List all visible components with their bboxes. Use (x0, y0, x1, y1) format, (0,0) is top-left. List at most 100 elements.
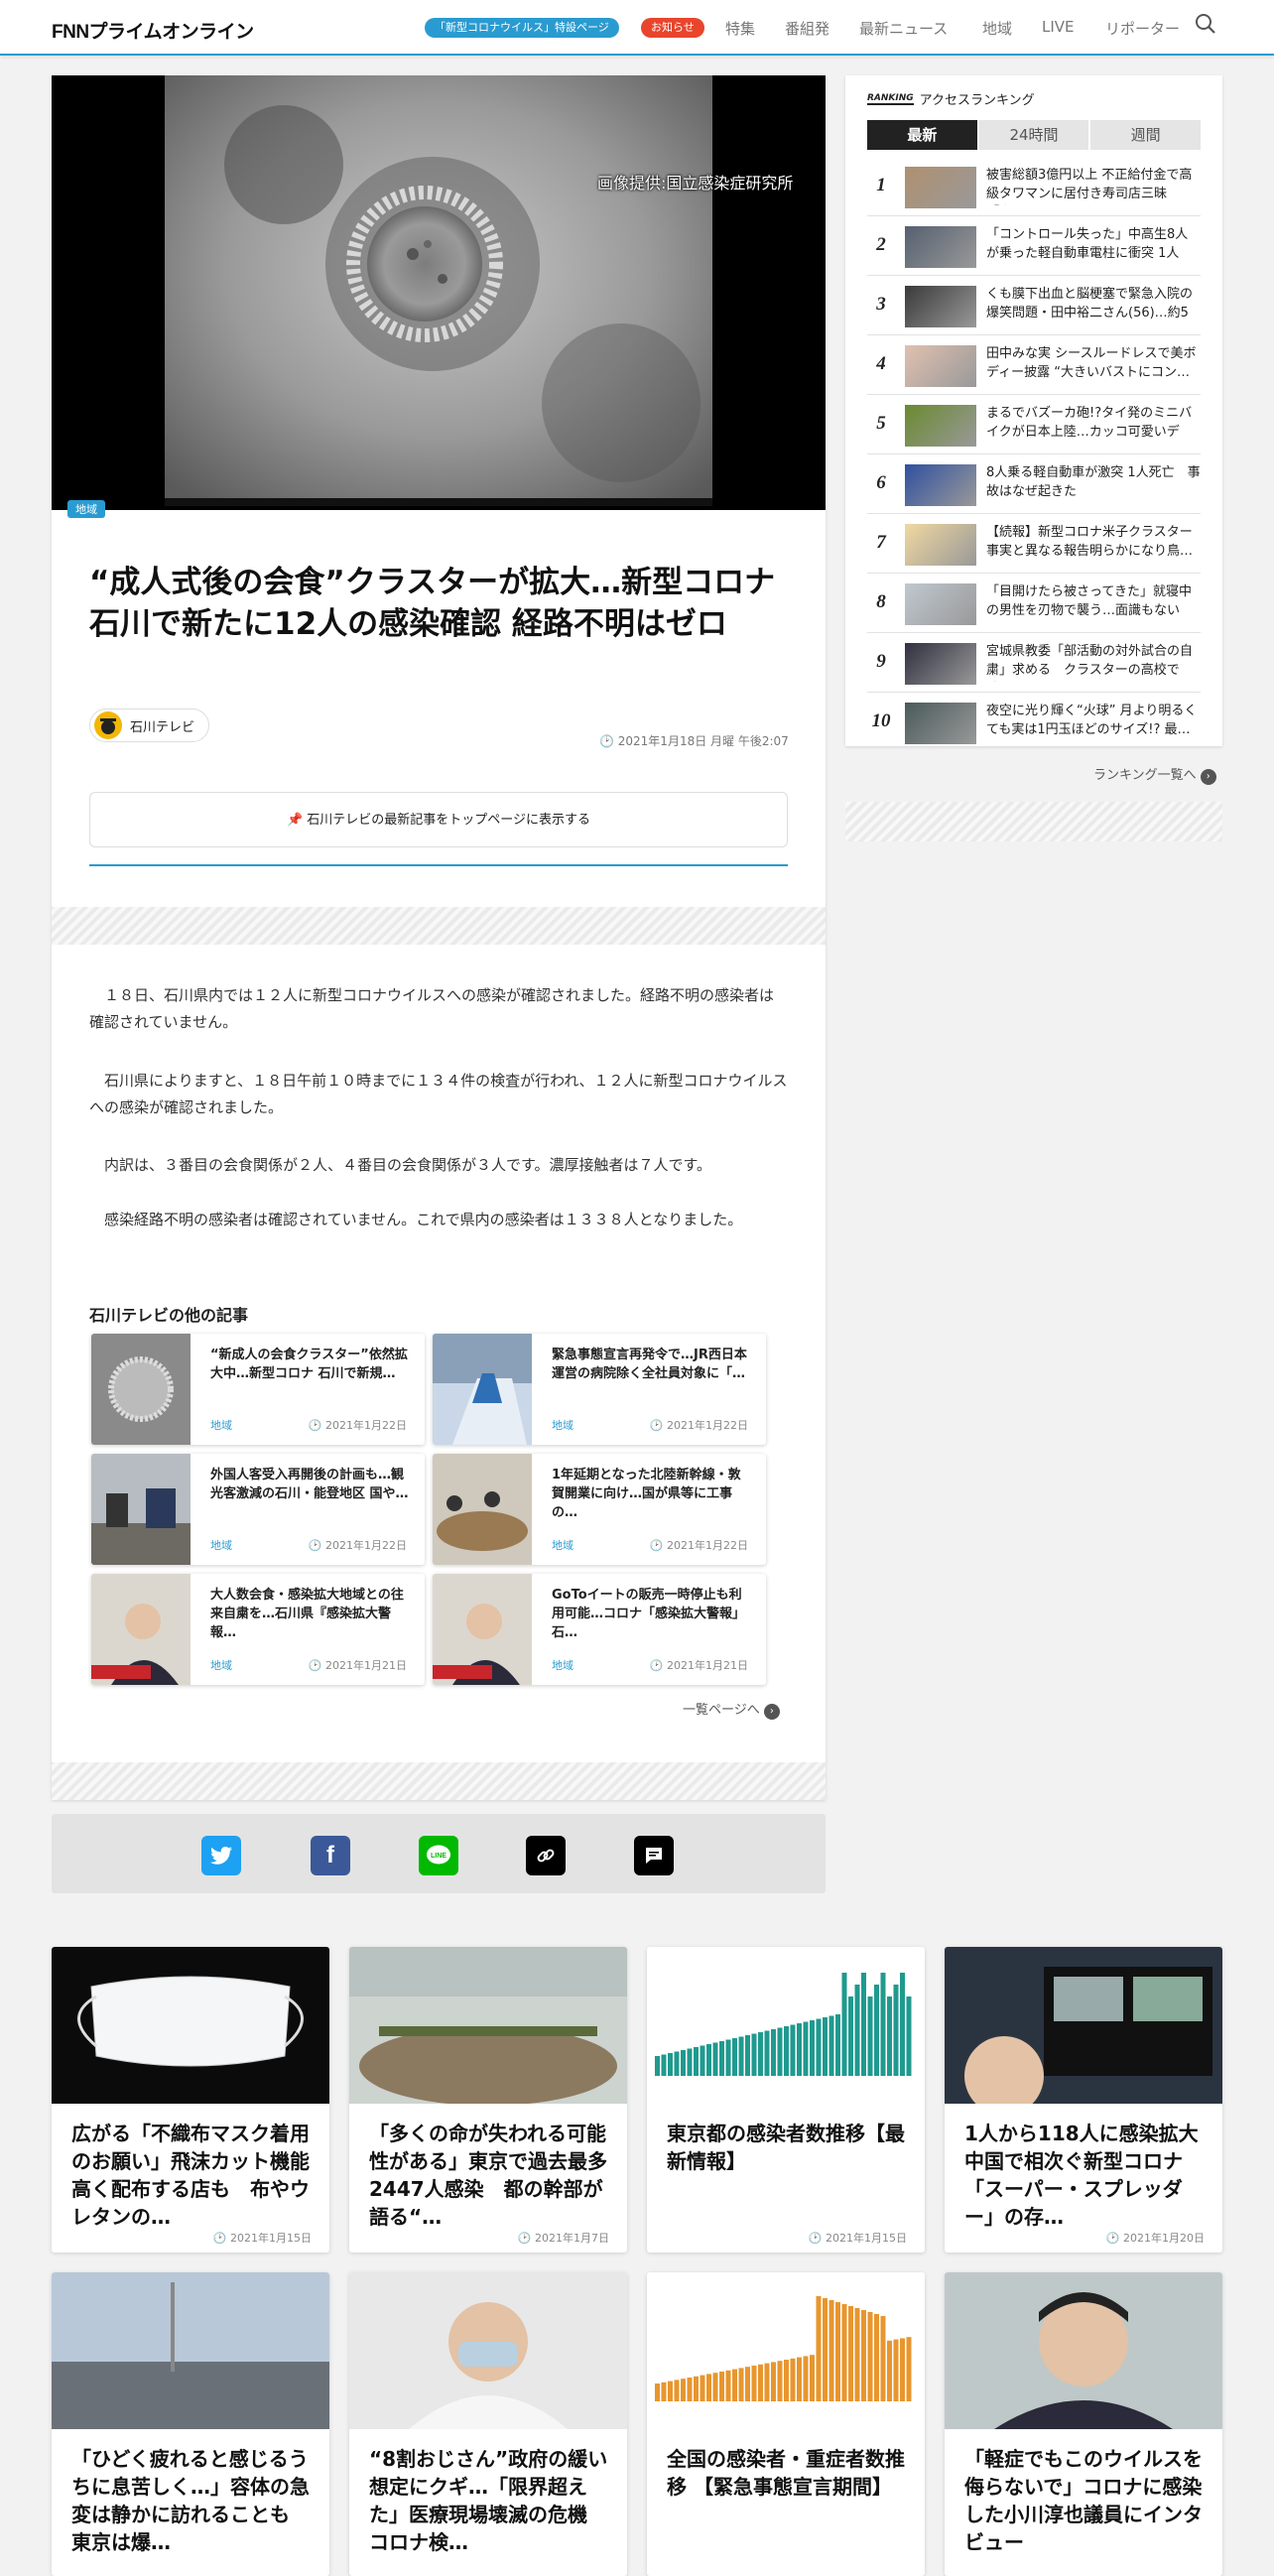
ranking-item[interactable]: 10 夜空に光り輝く“火球” 月より明るくても実は1円玉ほどのサイズ!? 最… (867, 693, 1201, 752)
related-article-title: 広がる「不織布マスク着用のお願い」飛沫カット機能高く配布する店も 布やウレタンの… (71, 2122, 310, 2229)
source-chip[interactable]: 石川テレビ (89, 708, 210, 742)
nav-region[interactable]: 地域 (982, 18, 1012, 39)
thumbnail (905, 464, 976, 506)
tab-latest[interactable]: 最新 (867, 120, 979, 150)
thumbnail (52, 2272, 329, 2429)
other-articles-heading: 石川テレビの他の記事 (89, 1306, 249, 1325)
ranking-item[interactable]: 6 8人乗る軽自動車が激突 1人死亡 事故はなぜ起きた (867, 454, 1201, 514)
thumbnail (647, 2272, 925, 2429)
nav-features[interactable]: 特集 (725, 18, 755, 39)
paragraph: 石川県によりますと、１８日午前１０時までに１３４件の検査が行われ、１２人に新型コ… (89, 1072, 788, 1116)
ranking-item[interactable]: 9 宮城県教委「部活動の対外試合の自粛」求める クラスターの高校で感… (867, 633, 1201, 693)
rank-number: 3 (876, 294, 886, 315)
ranking-item[interactable]: 1 被害総額3億円以上 不正給付金で高級タワマンに居付き寿司店三昧「金… (867, 157, 1201, 216)
pin-to-top-button[interactable]: 📌 石川テレビの最新記事をトップページに表示する (89, 792, 788, 847)
thumbnail (905, 703, 976, 744)
nav-programs[interactable]: 番組発 (785, 18, 829, 39)
facebook-icon: f (326, 1842, 334, 1868)
related-article-card[interactable]: 東京都の感染者数推移【最新情報】 🕑 2021年1月15日 (647, 1947, 925, 2253)
related-article-date: 🕑 2021年1月15日 (212, 2232, 312, 2245)
card-date: 🕑 2021年1月21日 (308, 1659, 407, 1672)
source-name: 石川テレビ (130, 719, 195, 735)
related-article-card[interactable]: 広がる「不織布マスク着用のお願い」飛沫カット機能高く配布する店も 布やウレタンの… (52, 1947, 329, 2253)
other-article-card[interactable]: “新成人の会食クラスター”依然拡大中…新型コロナ 石川で新規… 地域 🕑 202… (91, 1334, 425, 1445)
thumbnail (433, 1574, 532, 1685)
rank-number: 5 (876, 413, 886, 434)
ranking-title: 8人乗る軽自動車が激突 1人死亡 事故はなぜ起きた (986, 465, 1201, 499)
copy-link-button[interactable] (526, 1836, 566, 1875)
line-share-button[interactable]: LINE (419, 1836, 458, 1875)
ranking-title: くも膜下出血と脳梗塞で緊急入院の爆笑問題・田中裕二さん(56)…約5カ… (986, 287, 1194, 321)
related-article-date: 🕑 2021年1月15日 (808, 2232, 907, 2245)
clock-icon: 🕑 (599, 734, 618, 748)
thumbnail (905, 345, 976, 387)
facebook-share-button[interactable]: f (311, 1836, 350, 1875)
nav-latest-news[interactable]: 最新ニュース (859, 18, 948, 39)
tab-24h[interactable]: 24時間 (978, 120, 1091, 150)
ranking-tabs: 最新 24時間 週間 (867, 120, 1202, 150)
ranking-title: 宮城県教委「部活動の対外試合の自粛」求める クラスターの高校で感… (986, 644, 1194, 678)
image-credit: 画像提供:国立感染症研究所 (597, 174, 794, 193)
ranking-item[interactable]: 4 田中みな実 シースルードレスで美ボディー披露 “大きいバストにコン… (867, 335, 1201, 395)
tab-weekly[interactable]: 週間 (1090, 120, 1202, 150)
related-article-title: 「軽症でもこのウイルスを侮らないで」コロナに感染した小川淳也議員にインタビュー (964, 2447, 1203, 2554)
stripe-divider (52, 1762, 826, 1800)
ranking-header: RANKING アクセスランキング (867, 89, 1035, 108)
related-article-title: 全国の感染者・重症者数推移 【緊急事態宣言期間】 (667, 2447, 905, 2499)
twitter-share-button[interactable] (201, 1836, 241, 1875)
ranking-item[interactable]: 7 【続報】新型コロナ米子クラスター 事実と異なる報告明らかになり鳥… (867, 514, 1201, 574)
related-article-date: 🕑 2021年1月20日 (1105, 2232, 1205, 2245)
related-article-card[interactable]: 「多くの命が失われる可能性がある」東京で過去最多2447人感染 都の幹部が語る“… (349, 1947, 627, 2253)
related-article-card[interactable]: 全国の感染者・重症者数推移 【緊急事態宣言期間】 (647, 2272, 925, 2576)
share-bar: f LINE (52, 1814, 826, 1893)
paragraph: １８日、石川県内では１２人に新型コロナウイルスへの感染が確認されました。経路不明… (89, 986, 775, 1031)
related-article-title: 1人から118人に感染拡大 中国で相次ぐ新型コロナ「スーパー・スプレッダー」の存… (964, 2122, 1218, 2229)
ranking-item[interactable]: 3 くも膜下出血と脳梗塞で緊急入院の爆笑問題・田中裕二さん(56)…約5カ… (867, 276, 1201, 335)
related-article-title: 東京都の感染者数推移【最新情報】 (667, 2122, 905, 2173)
thumbnail (647, 1947, 925, 2104)
thumbnail (91, 1334, 191, 1445)
nav-reporter[interactable]: リポーター (1105, 18, 1180, 39)
site-logo[interactable]: FNNプライムオンライン (52, 17, 254, 44)
ranking-item[interactable]: 5 まるでバズーカ砲!?タイ発のミニバイクが日本上陸…カッコ可愛いデザ… (867, 395, 1201, 454)
stripe-divider (52, 907, 826, 945)
nav-live[interactable]: LIVE (1042, 18, 1075, 36)
thumbnail (945, 2272, 1222, 2429)
rank-number: 7 (876, 532, 886, 553)
ranking-item[interactable]: 8 「目開けたら被さってきた」就寝中の男性を刃物で襲う…面識もないジ… (867, 574, 1201, 633)
search-icon[interactable] (1195, 13, 1216, 35)
related-article-card[interactable]: “8割おじさん”政府の緩い想定にクギ…「限界超えた」医療現場壊滅の危機 コロナ検… (349, 2272, 627, 2576)
other-articles-more-link[interactable]: 一覧ページへ › (683, 1699, 780, 1720)
ranking-more-link[interactable]: ランキング一覧へ › (1093, 764, 1216, 785)
related-article-card[interactable]: 1人から118人に感染拡大 中国で相次ぐ新型コロナ「スーパー・スプレッダー」の存… (945, 1947, 1222, 2253)
thumbnail (905, 524, 976, 566)
divider (89, 864, 788, 866)
svg-text:LINE: LINE (431, 1853, 446, 1860)
other-article-card[interactable]: 大人数会食・感染拡大地域との往来自粛を…石川県『感染拡大警報… 地域 🕑 202… (91, 1574, 425, 1685)
thumbnail (349, 2272, 627, 2429)
related-article-title: “8割おじさん”政府の緩い想定にクギ…「限界超えた」医療現場壊滅の危機 コロナ検… (369, 2447, 608, 2554)
other-article-card[interactable]: 外国人客受入再開後の計画も…観光客激減の石川・能登地区 国や… 地域 🕑 202… (91, 1454, 425, 1565)
thumbnail (905, 643, 976, 685)
other-article-card[interactable]: 1年延期となった北陸新幹線・敦賀開業に向け…国が県等に工事の… 地域 🕑 202… (433, 1454, 766, 1565)
rank-number: 6 (876, 472, 886, 493)
notice-link[interactable]: お知らせ (641, 18, 704, 38)
arrow-right-icon: › (1200, 769, 1216, 785)
rank-number: 9 (876, 651, 886, 672)
category-tag[interactable]: 地域 (67, 500, 105, 518)
ranking-label: RANKING (867, 92, 914, 105)
covid-special-link[interactable]: 「新型コロナウイルス」特設ページ (425, 18, 619, 38)
card-date: 🕑 2021年1月22日 (308, 1419, 407, 1432)
comment-button[interactable] (634, 1836, 674, 1875)
thumbnail (52, 1947, 329, 2104)
thumbnail (945, 1947, 1222, 2104)
rank-number: 8 (876, 591, 886, 612)
other-article-card[interactable]: GoToイートの販売一時停止も利用可能…コロナ「感染拡大警報」石… 地域 🕑 2… (433, 1574, 766, 1685)
related-article-card[interactable]: 「軽症でもこのウイルスを侮らないで」コロナに感染した小川淳也議員にインタビュー (945, 2272, 1222, 2576)
related-article-card[interactable]: 「ひどく疲れると感じるうちに息苦しく…」容体の急変は静かに訪れることも 東京は爆… (52, 2272, 329, 2576)
ranking-item[interactable]: 2 「コントロール失った」中高生8人が乗った軽自動車電柱に衝突 1人死… (867, 216, 1201, 276)
thumbnail (905, 583, 976, 625)
other-article-card[interactable]: 緊急事態宣言再発令で…JR西日本 運営の病院除く全社員対象に「… 地域 🕑 20… (433, 1334, 766, 1445)
article-title: “成人式後の会食”クラスターが拡大…新型コロナ 石川で新たに12人の感染確認 経… (89, 565, 776, 642)
card-date: 🕑 2021年1月22日 (649, 1539, 748, 1552)
